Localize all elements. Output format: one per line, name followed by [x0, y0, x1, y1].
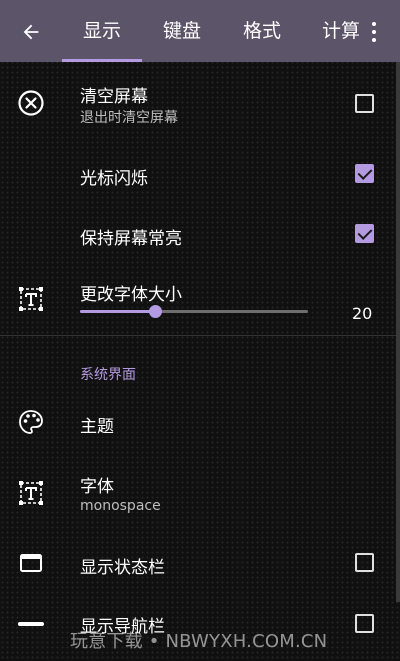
- setting-title: 字体: [80, 477, 114, 497]
- app-bar: 显示 键盘 格式 计算: [0, 0, 400, 62]
- scrollbar[interactable]: [396, 62, 400, 602]
- show-nav-bar-checkbox[interactable]: [355, 614, 374, 633]
- more-dot-icon: [372, 30, 376, 34]
- setting-theme[interactable]: 主题: [0, 394, 396, 450]
- status-bar-icon: [16, 548, 46, 578]
- font-size-slider[interactable]: [80, 305, 308, 318]
- clear-screen-checkbox[interactable]: [355, 94, 374, 113]
- tab-calculate[interactable]: 计算: [302, 0, 362, 62]
- keep-screen-on-checkbox[interactable]: [355, 224, 374, 243]
- back-arrow-icon: [23, 24, 39, 40]
- font-icon: [16, 478, 46, 508]
- tab-bar: 显示 键盘 格式 计算: [62, 0, 362, 62]
- setting-title: 保持屏幕常亮: [80, 229, 182, 249]
- palette-icon: [16, 407, 46, 437]
- setting-title: 清空屏幕: [80, 87, 148, 107]
- setting-title: 显示状态栏: [80, 558, 165, 578]
- font-size-value: 20: [352, 304, 373, 323]
- divider: [0, 335, 396, 336]
- setting-subtitle: monospace: [80, 498, 161, 514]
- section-header-system-ui: 系统界面: [80, 367, 136, 383]
- setting-cursor-blink[interactable]: 光标闪烁: [0, 144, 396, 204]
- font-size-icon: [16, 284, 46, 314]
- tab-display[interactable]: 显示: [62, 0, 142, 62]
- more-dot-icon: [372, 38, 376, 42]
- show-status-bar-checkbox[interactable]: [355, 553, 374, 572]
- watermark: 玩意下载 • NBWYXH.COM.CN: [70, 631, 328, 652]
- slider-thumb[interactable]: [149, 305, 162, 318]
- setting-clear-screen[interactable]: 清空屏幕 退出时清空屏幕: [0, 62, 396, 144]
- tab-format[interactable]: 格式: [222, 0, 302, 62]
- tab-keyboard[interactable]: 键盘: [142, 0, 222, 62]
- more-options-button[interactable]: [362, 18, 386, 46]
- setting-title: 主题: [80, 417, 114, 437]
- slider-fill: [80, 310, 155, 313]
- nav-bar-icon: [16, 609, 46, 639]
- setting-font[interactable]: 字体 monospace: [0, 460, 396, 530]
- setting-subtitle: 退出时清空屏幕: [80, 110, 178, 126]
- setting-keep-screen-on[interactable]: 保持屏幕常亮: [0, 204, 396, 264]
- clear-circle-icon: [16, 88, 46, 118]
- setting-title: 光标闪烁: [80, 169, 148, 189]
- setting-font-size[interactable]: 更改字体大小: [0, 264, 396, 336]
- back-button[interactable]: [14, 15, 48, 49]
- setting-show-status-bar[interactable]: 显示状态栏: [0, 535, 396, 591]
- setting-title: 更改字体大小: [80, 285, 182, 305]
- more-dot-icon: [372, 22, 376, 26]
- cursor-blink-checkbox[interactable]: [355, 164, 374, 183]
